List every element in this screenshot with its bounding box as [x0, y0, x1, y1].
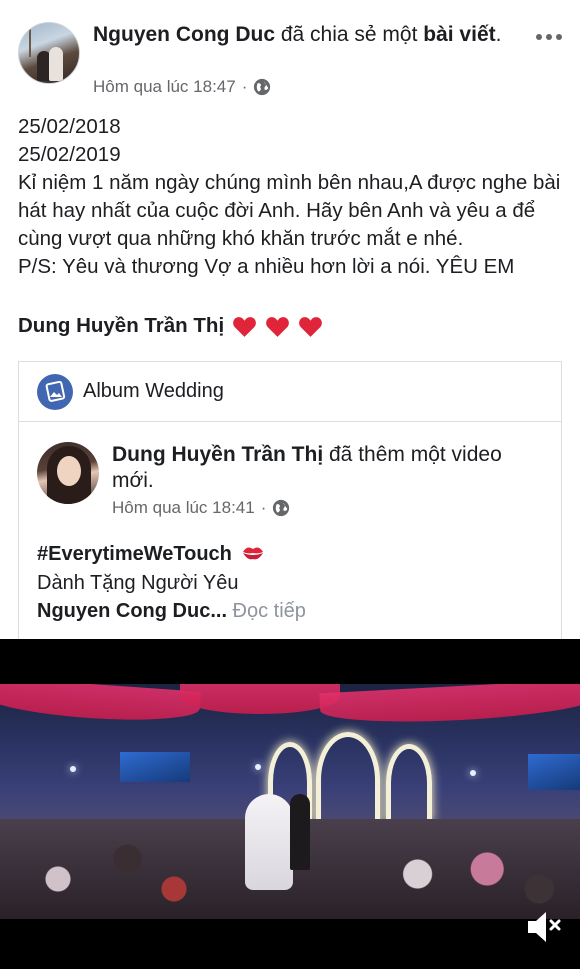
shared-post-link[interactable]: bài viết	[423, 23, 495, 46]
see-more-link[interactable]: Đọc tiếp	[227, 600, 306, 622]
heart-icon	[266, 316, 290, 337]
mention-link[interactable]: Nguyen Cong Duc...	[37, 600, 227, 622]
post-header: Nguyen Cong Duc đã chia sẻ một bài viết.…	[0, 0, 580, 110]
post-line-date1: 25/02/2018	[18, 115, 121, 138]
post-meta: Hôm qua lúc 18:47 ·	[93, 77, 271, 97]
globe-icon[interactable]	[253, 78, 271, 96]
post-body: 25/02/2018 25/02/2019 Kỉ niệm 1 năm ngày…	[18, 113, 566, 281]
tagged-person-link[interactable]: Dung Huyền Trần Thị	[18, 314, 224, 338]
shared-author-avatar[interactable]	[37, 442, 99, 504]
album-icon	[37, 373, 73, 410]
post-line-date2: 25/02/2019	[18, 143, 121, 166]
mute-toggle-icon[interactable]	[524, 909, 564, 945]
shared-post-meta: Hôm qua lúc 18:41 ·	[112, 498, 290, 518]
shared-album-card[interactable]: Album Wedding Dung Huyền Trần Thị đã thê…	[18, 361, 562, 651]
video-player[interactable]	[0, 639, 580, 969]
author-name-link[interactable]: Nguyen Cong Duc	[93, 23, 275, 46]
shared-author-link[interactable]: Dung Huyền Trần Thị	[112, 443, 323, 466]
shared-timestamp[interactable]: Hôm qua lúc 18:41	[112, 498, 255, 518]
post-timestamp[interactable]: Hôm qua lúc 18:47	[93, 77, 236, 97]
video-frame[interactable]	[0, 684, 580, 919]
author-avatar[interactable]	[18, 22, 80, 84]
more-options-icon[interactable]	[534, 28, 564, 46]
album-header[interactable]: Album Wedding	[19, 362, 561, 422]
post-line-message: Kỉ niệm 1 năm ngày chúng mình bên nhau,A…	[18, 171, 561, 250]
meta-separator: ·	[241, 77, 248, 96]
heart-icon	[233, 316, 257, 337]
action-text: đã chia sẻ một	[275, 23, 424, 46]
shared-post-body: #EverytimeWeTouch Dành Tặng Người Yêu Ng…	[37, 540, 306, 626]
globe-icon[interactable]	[272, 499, 290, 517]
post-line-ps: P/S: Yêu và thương Vợ a nhiều hơn lời a …	[18, 255, 515, 278]
hashtag-link[interactable]: #EverytimeWeTouch	[37, 543, 232, 565]
heart-icon	[299, 316, 323, 337]
album-title[interactable]: Album Wedding	[83, 380, 224, 403]
shared-line-dedication: Dành Tặng Người Yêu	[37, 571, 239, 594]
kiss-lips-icon	[243, 547, 264, 560]
tagged-line: Dung Huyền Trần Thị	[18, 314, 323, 338]
post-header-text: Nguyen Cong Duc đã chia sẻ một bài viết.	[93, 23, 502, 46]
shared-post-header: Dung Huyền Trần Thị đã thêm một video mớ…	[112, 442, 542, 494]
